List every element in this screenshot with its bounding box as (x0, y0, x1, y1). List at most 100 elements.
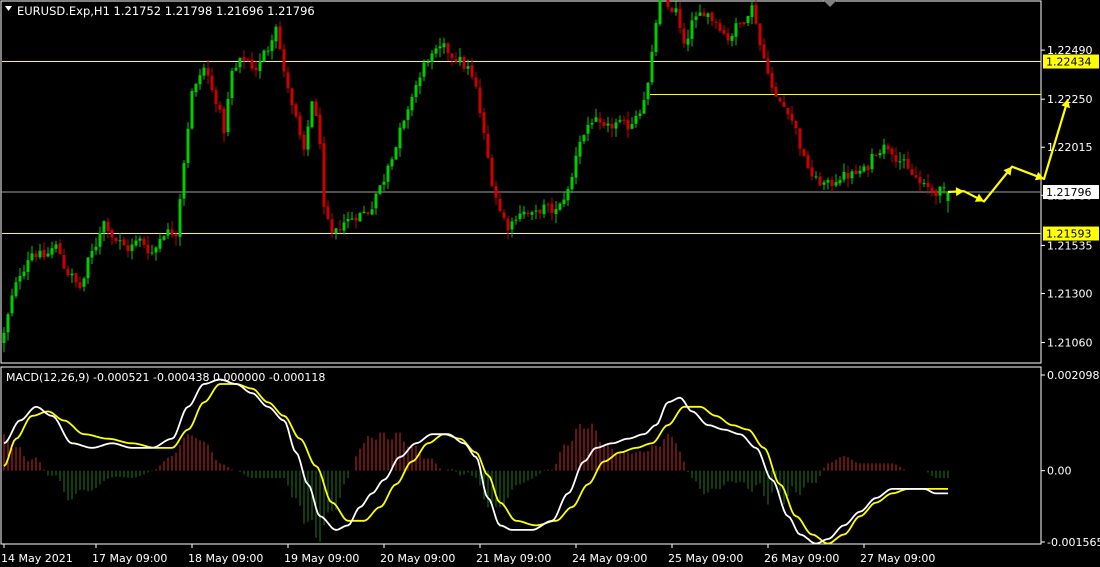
candle-body (214, 90, 218, 104)
price-axis-tick-label: 1.21535 (1047, 239, 1093, 252)
candle-body (706, 13, 710, 17)
candle-body (806, 155, 810, 168)
price-candle[interactable] (186, 122, 190, 168)
candle-body (446, 43, 450, 53)
candle-body (106, 221, 110, 231)
candle-body (822, 182, 826, 185)
candle-body (714, 21, 718, 23)
candle-body (194, 83, 198, 93)
candle-body (594, 117, 598, 122)
candle-body (686, 38, 690, 45)
level-price-tag-text: 1.21593 (1046, 228, 1092, 241)
candle-body (670, 7, 674, 12)
price-candle[interactable] (358, 211, 362, 222)
candle-body (314, 101, 318, 117)
candle-body (498, 198, 502, 212)
candle-body (642, 100, 646, 114)
candle-body (510, 221, 514, 230)
candle-body (94, 246, 98, 251)
candle-body (830, 179, 834, 186)
candle-body (66, 269, 70, 276)
candle-body (366, 212, 370, 214)
candle-body (690, 20, 694, 39)
price-candle[interactable] (490, 154, 494, 188)
candle-body (462, 57, 466, 69)
candle-body (38, 250, 42, 258)
candle-body (550, 203, 554, 213)
price-candle[interactable] (654, 19, 658, 56)
candle-body (450, 53, 454, 58)
price-candle[interactable] (658, 0, 662, 27)
candle-body (682, 28, 686, 44)
time-axis-tick-label: 26 May 09:00 (764, 552, 839, 565)
candle-body (514, 219, 518, 221)
candle-body (738, 23, 742, 25)
candle-body (58, 243, 62, 255)
candle-body (770, 72, 774, 88)
time-axis-tick-label: 14 May 2021 (1, 552, 73, 565)
candle-body (614, 122, 618, 129)
candle-body (458, 56, 462, 63)
price-candle[interactable] (294, 102, 298, 119)
price-candle[interactable] (802, 148, 806, 157)
candle-body (390, 159, 394, 167)
candle-body (234, 67, 238, 71)
candle-body (606, 123, 610, 126)
candle-body (374, 193, 378, 209)
candle-body (158, 238, 162, 249)
candle-body (538, 209, 542, 214)
candle-body (278, 26, 282, 50)
candle-body (634, 115, 638, 124)
candle-body (258, 61, 262, 72)
candle-body (70, 273, 74, 276)
candle-body (846, 172, 850, 179)
candle-body (298, 115, 302, 136)
candle-body (646, 82, 650, 100)
price-candle[interactable] (394, 146, 398, 160)
candle-body (50, 248, 54, 255)
candle-body (870, 153, 874, 170)
candle-body (818, 176, 822, 186)
candle-body (378, 185, 382, 194)
time-axis-tick-label: 18 May 09:00 (188, 552, 263, 565)
candle-body (558, 203, 562, 210)
time-axis-tick-label: 19 May 09:00 (284, 552, 359, 565)
candle-body (14, 282, 18, 297)
candle-body (914, 175, 918, 178)
candle-body (26, 260, 30, 273)
candle-body (490, 157, 494, 187)
candle-body (894, 155, 898, 162)
candle-body (722, 30, 726, 34)
candle-body (6, 314, 10, 333)
candle-body (290, 88, 294, 106)
candle-body (622, 119, 626, 121)
price-candle[interactable] (322, 136, 326, 215)
candle-body (762, 44, 766, 59)
candle-body (434, 48, 438, 54)
price-candle[interactable] (310, 100, 314, 129)
candle-body (786, 108, 790, 115)
candle-body (626, 119, 630, 130)
candle-body (198, 75, 202, 85)
current-price-tag-text: 1.21796 (1046, 186, 1092, 199)
candle-body (2, 332, 6, 344)
candle-body (494, 186, 498, 198)
price-candle[interactable] (262, 49, 266, 63)
candle-body (402, 120, 406, 129)
time-axis-tick-label: 24 May 09:00 (572, 552, 647, 565)
price-candle[interactable] (190, 88, 194, 130)
candle-body (666, 0, 670, 7)
candle-body (598, 118, 602, 123)
candle-body (238, 57, 242, 68)
candle-body (350, 218, 354, 220)
candle-body (654, 23, 658, 53)
candle-body (766, 58, 770, 74)
macd-axis-tick-label: 0.00 (1047, 465, 1072, 478)
candle-body (946, 192, 950, 202)
price-candle[interactable] (378, 185, 382, 196)
candle-body (266, 50, 270, 52)
candle-body (406, 109, 410, 120)
candle-body (910, 169, 914, 175)
candle-body (802, 149, 806, 157)
price-axis-tick-label: 1.22250 (1047, 93, 1093, 106)
